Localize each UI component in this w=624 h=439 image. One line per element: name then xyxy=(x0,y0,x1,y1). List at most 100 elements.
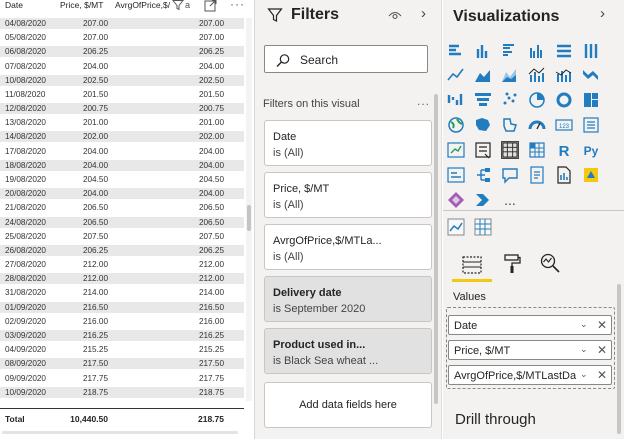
table-row[interactable]: 02/09/2020 216.00 216.00 xyxy=(0,316,244,327)
table-row[interactable]: 31/08/2020 214.00 214.00 xyxy=(0,287,244,298)
stacked-area-chart-icon[interactable] xyxy=(501,66,519,84)
smart-narrative-icon[interactable] xyxy=(528,166,546,184)
power-automate-icon[interactable] xyxy=(474,191,492,209)
filter-card[interactable]: Product used in... is Black Sea wheat ... xyxy=(264,328,432,374)
table-row[interactable]: 04/09/2020 215.25 215.25 xyxy=(0,344,244,355)
card-icon[interactable]: 123 xyxy=(555,116,573,134)
table-row[interactable]: 26/08/2020 206.25 206.25 xyxy=(0,244,244,256)
donut-chart-icon[interactable] xyxy=(555,91,573,109)
collapse-filters-chevron-icon[interactable]: › xyxy=(421,5,426,22)
get-more-visuals-icon[interactable]: ... xyxy=(501,191,519,209)
filter-search-input[interactable]: Search xyxy=(264,45,428,73)
eye-icon[interactable] xyxy=(388,8,402,22)
table-row[interactable]: 03/09/2020 216.25 216.25 xyxy=(0,329,244,341)
custom-visual-2-icon[interactable] xyxy=(474,218,492,236)
visual-filter-icon[interactable] xyxy=(171,0,185,14)
ribbon-chart-icon[interactable] xyxy=(582,66,600,84)
paginated-report-icon[interactable] xyxy=(555,166,573,184)
table-row[interactable]: 28/08/2020 212.00 212.00 xyxy=(0,273,244,285)
clustered-bar-chart-icon[interactable] xyxy=(501,42,519,60)
kpi-icon[interactable] xyxy=(447,141,465,159)
table-row[interactable]: 21/08/2020 206.50 206.50 xyxy=(0,202,244,213)
stacked-column-chart-icon[interactable] xyxy=(474,42,492,60)
stacked-bar-chart-icon[interactable] xyxy=(447,42,465,60)
custom-visual-1-icon[interactable] xyxy=(447,218,465,236)
chevron-down-icon[interactable]: ⌄ xyxy=(580,369,588,380)
decomposition-tree-icon[interactable] xyxy=(474,166,492,184)
clustered-column-chart-icon[interactable] xyxy=(528,42,546,60)
value-field-pill[interactable]: Price, $/MT ⌄ ✕ xyxy=(448,340,612,360)
table-row[interactable]: 24/08/2020 206.50 206.50 xyxy=(0,216,244,228)
table-row[interactable]: 11/08/2020 201.50 201.50 xyxy=(0,89,244,100)
table-row[interactable]: 17/08/2020 204.00 204.00 xyxy=(0,146,244,157)
line-clustered-column-icon[interactable] xyxy=(528,66,546,84)
table-row[interactable]: 06/08/2020 206.25 206.25 xyxy=(0,46,244,58)
table-row[interactable]: 01/09/2020 216.50 216.50 xyxy=(0,301,244,313)
analytics-magnifier-icon[interactable] xyxy=(539,252,561,274)
chevron-down-icon[interactable]: ⌄ xyxy=(580,344,588,355)
table-row[interactable]: 07/08/2020 204.00 204.00 xyxy=(0,61,244,72)
filter-card[interactable]: Date is (All) xyxy=(264,120,432,166)
remove-field-icon[interactable]: ✕ xyxy=(597,343,607,357)
slicer-icon[interactable] xyxy=(474,141,492,159)
table-row[interactable]: 27/08/2020 212.00 212.00 xyxy=(0,259,244,270)
power-apps-icon[interactable] xyxy=(447,191,465,209)
100-column-chart-icon[interactable] xyxy=(582,42,600,60)
table-scrollbar-thumb[interactable] xyxy=(247,205,251,231)
fields-tab-icon[interactable] xyxy=(452,253,492,279)
qa-visual-icon[interactable] xyxy=(501,166,519,184)
table-row[interactable]: 18/08/2020 204.00 204.00 xyxy=(0,159,244,171)
table-row[interactable]: 19/08/2020 204.50 204.50 xyxy=(0,174,244,185)
line-chart-icon[interactable] xyxy=(447,66,465,84)
filled-map-icon[interactable] xyxy=(474,116,492,134)
table-row[interactable]: 04/08/2020 207.00 207.00 xyxy=(0,18,244,30)
table-row[interactable]: 05/08/2020 207.00 207.00 xyxy=(0,32,244,43)
remove-field-icon[interactable]: ✕ xyxy=(597,368,607,382)
chevron-down-icon[interactable]: ⌄ xyxy=(580,319,588,330)
column-header-avg-price[interactable]: AvrgOfPrice,$/ xyxy=(115,0,175,10)
pie-chart-icon[interactable] xyxy=(528,91,546,109)
100-bar-chart-icon[interactable] xyxy=(555,42,573,60)
collapse-visualizations-chevron-icon[interactable]: › xyxy=(600,5,605,22)
funnel-chart-icon[interactable] xyxy=(474,91,492,109)
table-row[interactable]: 25/08/2020 207.50 207.50 xyxy=(0,231,244,242)
filter-card[interactable]: Delivery date is September 2020 xyxy=(264,276,432,322)
r-script-visual-icon[interactable]: R xyxy=(555,141,573,159)
table-icon[interactable] xyxy=(501,141,519,159)
table-horizontal-scrollbar[interactable] xyxy=(0,430,244,435)
column-header-date[interactable]: Date xyxy=(5,0,55,10)
value-field-pill[interactable]: Date ⌄ ✕ xyxy=(448,315,612,335)
filters-scrollbar[interactable] xyxy=(433,92,439,406)
waterfall-chart-icon[interactable] xyxy=(447,91,465,109)
map-icon[interactable] xyxy=(447,116,465,134)
filters-more-options-icon[interactable]: ... xyxy=(417,94,430,108)
key-influencers-icon[interactable] xyxy=(447,166,465,184)
table-row[interactable]: 13/08/2020 201.00 201.00 xyxy=(0,117,244,128)
line-stacked-column-icon[interactable] xyxy=(555,66,573,84)
column-header-price[interactable]: Price, $/MT xyxy=(60,0,112,10)
filter-card[interactable]: Price, $/MT is (All) xyxy=(264,172,432,218)
more-options-icon[interactable]: ··· xyxy=(230,0,245,11)
table-row[interactable]: 14/08/2020 202.00 202.00 xyxy=(0,131,244,143)
focus-mode-icon[interactable] xyxy=(204,0,217,15)
table-row[interactable]: 09/09/2020 217.75 217.75 xyxy=(0,373,244,384)
matrix-icon[interactable] xyxy=(528,141,546,159)
format-paint-roller-icon[interactable] xyxy=(503,253,521,275)
table-row[interactable]: 08/09/2020 217.50 217.50 xyxy=(0,358,244,370)
gauge-icon[interactable] xyxy=(528,116,546,134)
treemap-icon[interactable] xyxy=(582,91,600,109)
arcgis-map-icon[interactable] xyxy=(582,166,600,184)
python-visual-icon[interactable]: Py xyxy=(582,141,600,159)
shape-map-icon[interactable] xyxy=(501,116,519,134)
visualizations-scrollbar[interactable] xyxy=(616,284,622,434)
add-data-fields-drop-zone[interactable]: Add data fields here xyxy=(264,382,432,428)
filter-card[interactable]: AvrgOfPrice,$/MTLa... is (All) xyxy=(264,224,432,270)
table-row[interactable]: 20/08/2020 204.00 204.00 xyxy=(0,188,244,200)
table-row[interactable]: 12/08/2020 200.75 200.75 xyxy=(0,103,244,115)
table-visual[interactable]: Date Price, $/MT AvrgOfPrice,$/ a ··· 04… xyxy=(0,0,252,439)
area-chart-icon[interactable] xyxy=(474,66,492,84)
scatter-chart-icon[interactable] xyxy=(501,91,519,109)
remove-field-icon[interactable]: ✕ xyxy=(597,318,607,332)
multi-row-card-icon[interactable] xyxy=(582,116,600,134)
table-row[interactable]: 10/09/2020 218.75 218.75 xyxy=(0,386,244,398)
